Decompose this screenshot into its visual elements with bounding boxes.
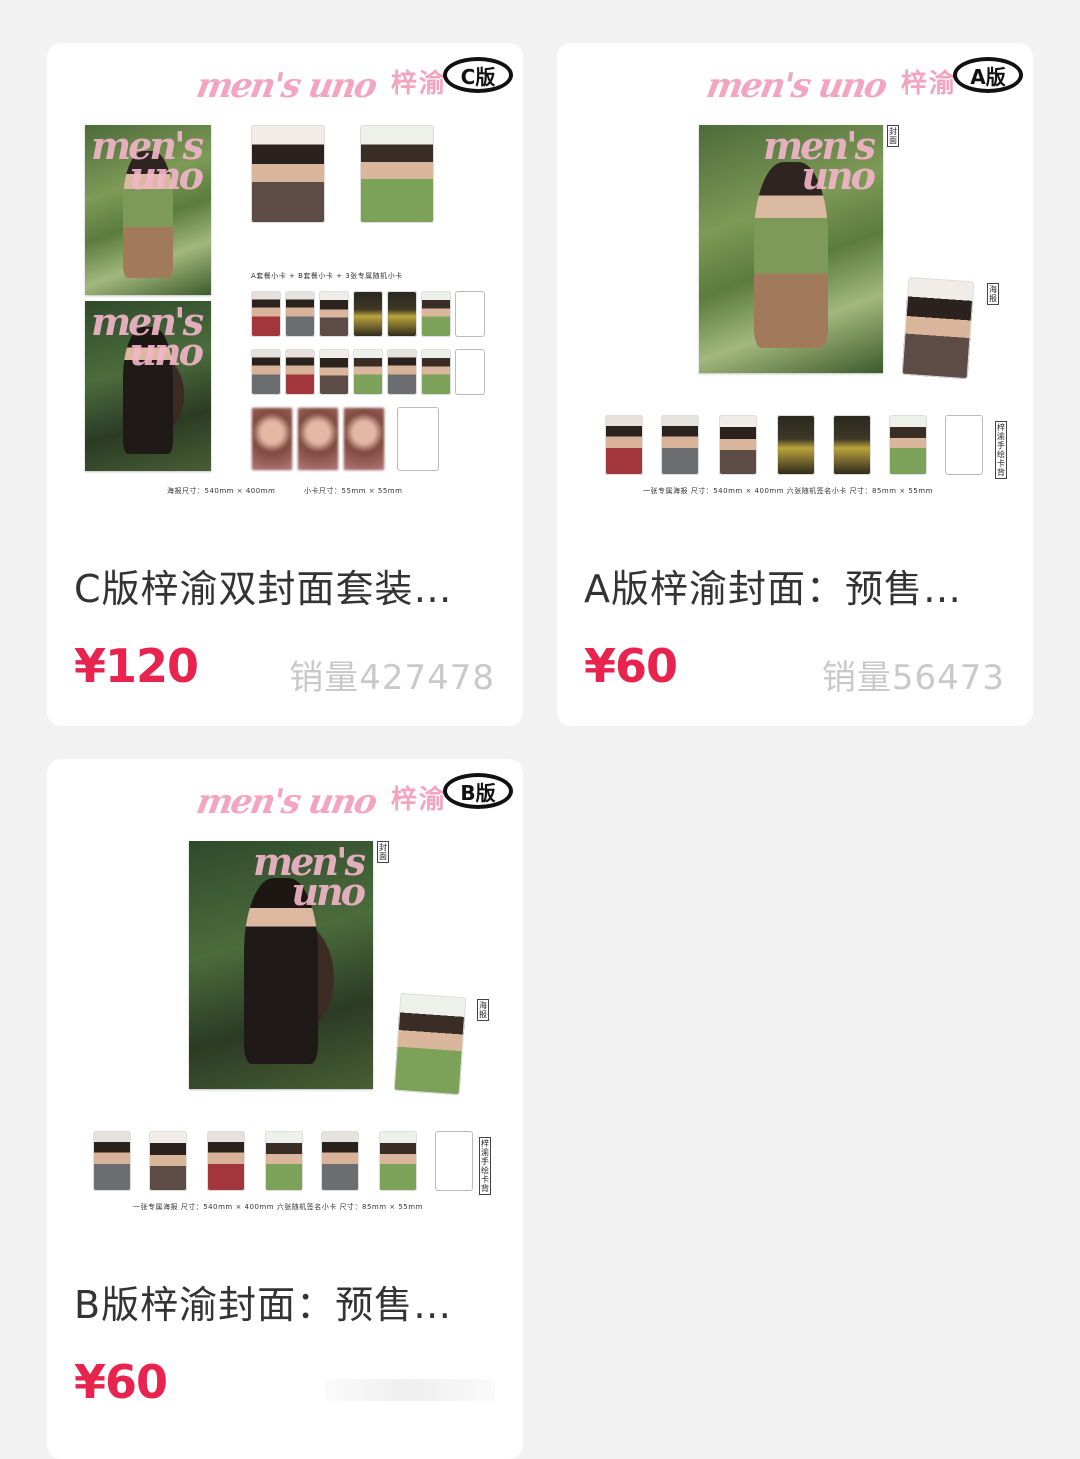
cover-tag: 封面: [377, 841, 389, 863]
product-price: ¥60: [584, 639, 678, 693]
cards-caption: A套餐小卡 + B套餐小卡 + 3张专属随机小卡: [251, 272, 403, 280]
product-price: ¥120: [74, 639, 199, 693]
brand-header: men's uno 梓渝: [703, 63, 957, 106]
poster-photo: [393, 992, 467, 1096]
brand-name: 梓渝: [390, 69, 447, 99]
photocard: [605, 415, 643, 475]
poster-photo: [251, 125, 325, 223]
brand-header: men's uno 梓渝: [193, 63, 447, 106]
photocard: [321, 1131, 359, 1191]
photocard: [93, 1131, 131, 1191]
product-image[interactable]: men's uno 梓渝 C版 men's uno men's uno A套餐小卡 …: [47, 43, 523, 533]
poster-tag: 海报: [987, 283, 999, 305]
product-card-c[interactable]: men's uno 梓渝 C版 men's uno men's uno A套餐小卡 …: [47, 43, 523, 726]
size-label: 一张专属海报 尺寸：540mm × 400mm 六张随机签名小卡 尺寸：85mm…: [133, 1203, 423, 1211]
card-back-tag: 梓渝手绘卡背: [479, 1137, 491, 1195]
cover-photo-b: men's uno: [85, 301, 211, 471]
product-card-b[interactable]: men's uno 梓渝 B版 men's uno 封面 海报 梓渝手绘卡背 一张…: [47, 759, 523, 1459]
photocard: [265, 1131, 303, 1191]
cover-tag: 封面: [887, 125, 899, 147]
product-image[interactable]: men's uno 梓渝 B版 men's uno 封面 海报 梓渝手绘卡背 一张…: [47, 759, 523, 1249]
photocard: [421, 349, 451, 395]
brand-logo: men's uno: [703, 65, 889, 106]
poster-photo: [901, 276, 975, 380]
photocard: [353, 349, 383, 395]
brand-logo: men's uno: [193, 65, 379, 106]
card-back-tag: 梓渝手绘卡背: [995, 421, 1007, 479]
photocard-back: [455, 291, 485, 337]
card-size-label: 小卡尺寸：55mm × 55mm: [304, 487, 403, 495]
version-badge: B版: [443, 773, 513, 809]
brand-header: men's uno 梓渝: [193, 779, 447, 822]
product-price: ¥60: [74, 1355, 168, 1409]
product-title[interactable]: C版梓渝双封面套装…: [74, 558, 453, 613]
brand-name: 梓渝: [390, 785, 447, 815]
photocard: [251, 291, 281, 337]
sales-count: 销量427478: [289, 658, 495, 698]
cover-photo-a: men's uno: [85, 125, 211, 295]
photocard-back: [945, 415, 983, 475]
photocard: [149, 1131, 187, 1191]
brand-name: 梓渝: [900, 69, 957, 99]
product-title[interactable]: B版梓渝封面：预售…: [74, 1274, 452, 1329]
photocard: [379, 1131, 417, 1191]
photocard-back: [435, 1131, 473, 1191]
photocard: [285, 291, 315, 337]
photocard: [319, 291, 349, 337]
product-card-a[interactable]: men's uno 梓渝 A版 men's uno 封面 海报 梓渝手绘卡背 一张…: [557, 43, 1033, 726]
brand-logo: men's uno: [193, 781, 379, 822]
poster-photo: [360, 125, 434, 223]
poster-tag: 海报: [477, 999, 489, 1021]
poster-size-label: 海报尺寸：540mm × 400mm: [167, 487, 276, 495]
photocard: [387, 349, 417, 395]
product-title[interactable]: A版梓渝封面：预售…: [584, 558, 962, 613]
version-badge: C版: [443, 57, 513, 93]
photocard: [353, 291, 383, 337]
photocard: [777, 415, 815, 475]
sales-count: 销量56473: [821, 658, 1005, 698]
photocard: [661, 415, 699, 475]
photocard: [889, 415, 927, 475]
photocard: [387, 291, 417, 337]
sales-count-placeholder: [325, 1379, 495, 1401]
photocard-random: [251, 407, 293, 471]
photocard-random: [297, 407, 339, 471]
photocard: [319, 349, 349, 395]
cover-photo: men's uno: [699, 125, 883, 373]
photocard: [285, 349, 315, 395]
product-image[interactable]: men's uno 梓渝 A版 men's uno 封面 海报 梓渝手绘卡背 一张…: [557, 43, 1033, 533]
photocard-back: [397, 407, 439, 471]
photocard: [833, 415, 871, 475]
photocard: [251, 349, 281, 395]
version-badge: A版: [953, 57, 1023, 93]
size-label: 一张专属海报 尺寸：540mm × 400mm 六张随机签名小卡 尺寸：85mm…: [643, 487, 933, 495]
photocard: [207, 1131, 245, 1191]
photocard-random: [343, 407, 385, 471]
photocard: [421, 291, 451, 337]
photocard: [719, 415, 757, 475]
cover-photo: men's uno: [189, 841, 373, 1089]
photocard-back: [455, 349, 485, 395]
